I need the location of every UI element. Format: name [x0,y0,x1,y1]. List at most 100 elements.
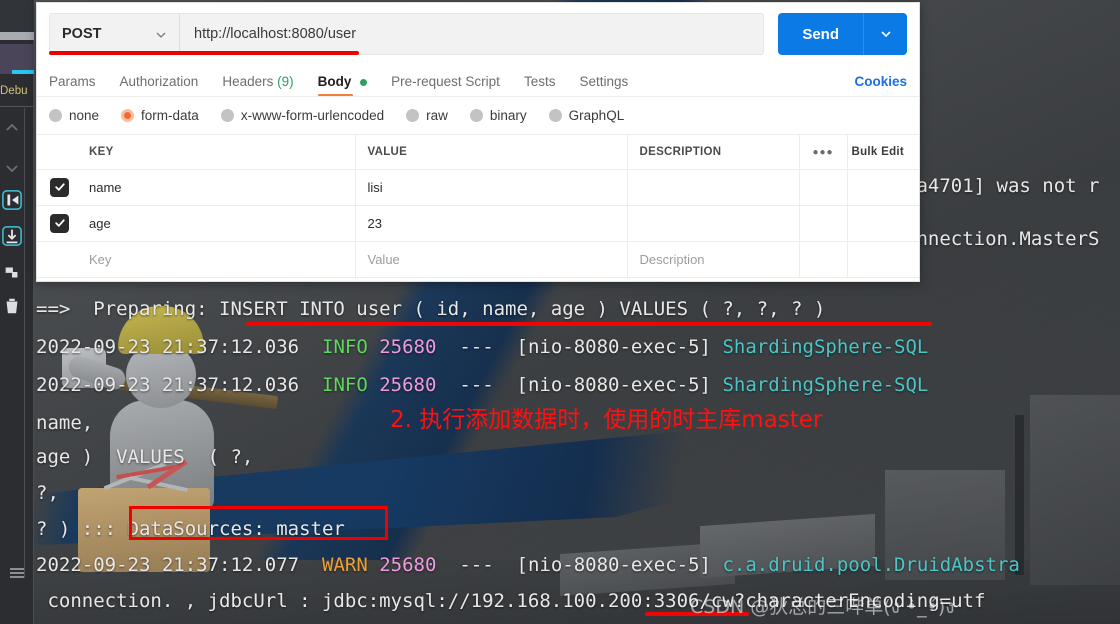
http-method-selector[interactable]: POST [50,14,180,54]
radio-selected-icon [121,109,135,122]
body-type-form-data[interactable]: form-data [121,108,199,123]
header-value-label: VALUE [367,145,408,158]
mute-breakpoints-icon[interactable] [2,262,22,282]
send-options-chevron-down-icon[interactable] [863,13,907,55]
send-button[interactable]: Send [778,13,863,55]
row-description-cell[interactable] [627,169,800,206]
body-type-binary[interactable]: binary [469,108,527,123]
tab-body[interactable]: Body [317,74,368,97]
header-checkbox-cell [37,135,77,170]
body-type-raw[interactable]: raw [406,108,448,123]
ide-left-toolbar: Debu [0,0,34,624]
body-type-form-data-label: form-data [141,108,199,123]
row-actions-cell[interactable] [799,169,848,206]
body-type-raw-label: raw [426,108,448,123]
checkbox-checked-icon[interactable] [50,177,69,197]
ide-selected-tab[interactable] [0,44,34,74]
tab-body-label: Body [317,74,352,89]
table-placeholder-row[interactable]: Key Value Description [37,241,919,278]
radio-icon [469,109,483,122]
row-extra-cell [847,205,919,242]
menu-lines-icon[interactable] [8,564,26,584]
ide-debug-label: Debu [0,85,28,97]
table-options-button[interactable]: ●●● [799,135,848,170]
send-button-group[interactable]: Send [778,13,907,55]
body-modified-dot-icon [360,78,368,86]
bulk-edit-label: Bulk Edit [851,145,905,158]
header-description: DESCRIPTION [627,135,800,170]
step-down-icon[interactable] [2,226,22,246]
placeholder-actions-cell [799,241,848,278]
tab-settings[interactable]: Settings [579,74,628,97]
form-data-table-wrapper: KEY VALUE DESCRIPTION ●●● Bulk Edit name… [37,134,919,278]
resume-program-icon[interactable] [2,190,22,210]
row-value-cell[interactable]: 23 [355,205,628,242]
chevron-up-icon[interactable] [2,118,22,138]
placeholder-value-text: Value [367,251,400,267]
trash-icon[interactable] [2,296,22,316]
ide-vertical-rule [24,108,25,578]
body-type-binary-label: binary [489,108,527,123]
header-key: KEY [77,135,356,170]
table-row[interactable]: name lisi [37,169,919,206]
chevron-down-icon [155,28,167,40]
annotation-underline-url [49,51,359,55]
body-type-graphql-label: GraphQL [568,108,625,123]
tab-pre-request-script[interactable]: Pre-request Script [391,74,500,97]
body-type-none-label: none [69,108,100,123]
ide-divider [0,106,34,107]
body-type-none[interactable]: none [49,108,99,123]
row-description-cell[interactable] [627,205,800,242]
url-input[interactable]: http://localhost:8080/user [180,14,763,54]
chevron-down-icon[interactable] [2,158,22,178]
form-data-table: KEY VALUE DESCRIPTION ●●● Bulk Edit name… [37,135,919,278]
header-key-label: KEY [89,145,114,158]
tab-headers[interactable]: Headers (9) [222,74,293,97]
placeholder-description-cell[interactable]: Description [627,241,800,278]
header-value: VALUE [355,135,628,170]
placeholder-key-text: Key [89,251,112,267]
tab-headers-count: (9) [277,74,294,89]
row-key-cell[interactable]: name [77,169,356,206]
body-type-radio-group: none form-data x-www-form-urlencoded raw… [37,97,919,134]
ide-scroll-indicator [0,32,34,40]
placeholder-key-cell[interactable]: Key [77,241,356,278]
row-key-text: name [89,179,122,195]
bulk-edit-button[interactable]: Bulk Edit [847,135,919,170]
request-tabs: Params Authorization Headers (9) Body Pr… [37,63,919,97]
row-key-cell[interactable]: age [77,205,356,242]
row-extra-cell [847,169,919,206]
tab-authorization[interactable]: Authorization [120,74,199,97]
radio-icon [548,109,562,122]
tab-params[interactable]: Params [49,74,96,97]
tab-tests[interactable]: Tests [524,74,556,97]
row-value-cell[interactable]: lisi [355,169,628,206]
row-key-text: age [89,215,111,231]
radio-icon [49,109,62,122]
http-method-label: POST [62,26,102,42]
table-row[interactable]: age 23 [37,205,919,242]
placeholder-checkbox-cell [37,241,77,278]
body-type-graphql[interactable]: GraphQL [548,108,625,123]
row-value-text: 23 [367,215,382,231]
row-checkbox-cell[interactable] [37,169,77,206]
header-description-label: DESCRIPTION [639,145,722,158]
request-url-bar[interactable]: POST http://localhost:8080/user [49,13,765,55]
body-type-urlencoded[interactable]: x-www-form-urlencoded [220,108,385,123]
row-value-text: lisi [367,179,383,195]
radio-icon [220,109,234,122]
more-options-icon: ●●● [812,146,834,158]
placeholder-value-cell[interactable]: Value [355,241,628,278]
tab-headers-label: Headers [222,74,274,89]
row-actions-cell[interactable] [799,205,848,242]
placeholder-extra-cell [847,241,919,278]
postman-window[interactable]: POST http://localhost:8080/user Send Par… [36,2,920,282]
checkbox-checked-icon[interactable] [50,213,69,233]
body-type-urlencoded-label: x-www-form-urlencoded [240,108,385,123]
cookies-link[interactable]: Cookies [854,74,907,97]
placeholder-description-text: Description [639,251,705,267]
ide-tab-strip[interactable] [0,0,34,32]
row-checkbox-cell[interactable] [37,205,77,242]
radio-icon [406,109,420,122]
table-header-row: KEY VALUE DESCRIPTION ●●● Bulk Edit [37,135,919,170]
